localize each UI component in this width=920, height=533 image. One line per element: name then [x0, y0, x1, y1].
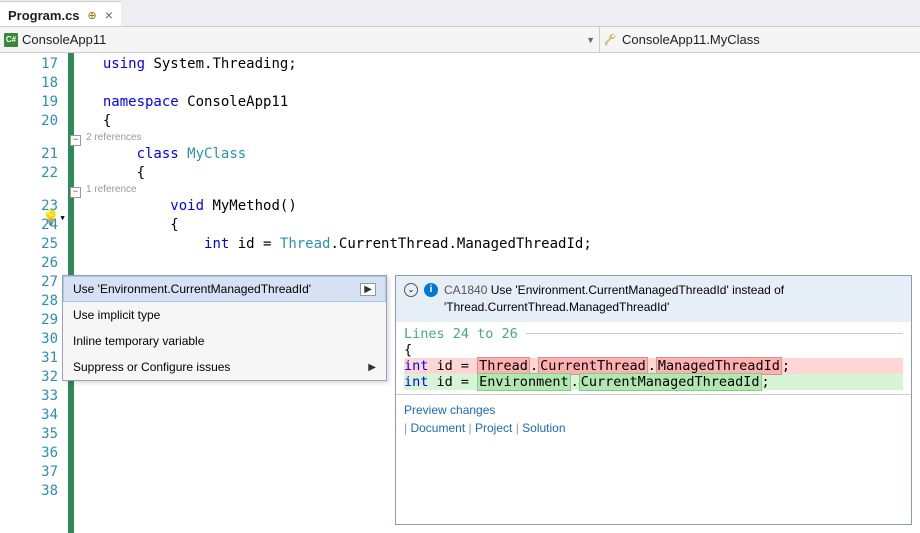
preview-changes-link[interactable]: Preview changes	[404, 403, 495, 417]
nav-type-text: ConsoleApp11.MyClass	[622, 32, 760, 47]
code-line: {	[86, 112, 920, 131]
close-icon[interactable]: ×	[105, 7, 113, 23]
apply-scope-solution[interactable]: Solution	[522, 421, 565, 435]
code-line: using System.Threading;	[86, 55, 920, 74]
diff-added-line: int id = Environment.CurrentManagedThrea…	[404, 374, 903, 390]
codelens-refs[interactable]: 2 references	[86, 131, 920, 145]
nav-type-dropdown[interactable]: ConsoleApp11.MyClass	[600, 32, 920, 47]
file-tab[interactable]: Program.cs ⊕ ×	[0, 1, 121, 26]
quick-action-item[interactable]: Suppress or Configure issues ▶	[63, 354, 386, 380]
code-line: class MyClass	[86, 145, 920, 164]
chevron-down-icon: ▼	[586, 35, 595, 45]
fold-toggle[interactable]: −	[70, 135, 81, 146]
submenu-chevron-icon: ▶	[368, 362, 376, 373]
class-icon	[604, 33, 618, 47]
diff-removed-line: int id = Thread.CurrentThread.ManagedThr…	[404, 358, 903, 374]
code-line: void MyMethod()	[86, 197, 920, 216]
nav-scope-text: ConsoleApp11	[22, 32, 106, 47]
code-line: int id = Thread.CurrentThread.ManagedThr…	[86, 235, 920, 254]
code-line	[86, 74, 920, 93]
code-line: {	[86, 164, 920, 183]
lightbulb-button[interactable]: 💡 ▼	[42, 209, 66, 227]
submenu-chevron-icon: ▶	[360, 283, 376, 296]
collapse-icon[interactable]: ⌄	[404, 283, 418, 297]
preview-header: ⌄ i CA1840 Use 'Environment.CurrentManag…	[396, 276, 911, 322]
tab-bar: Program.cs ⊕ ×	[0, 0, 920, 27]
line-gutter: 17181920 2122 23242526272829303132333435…	[0, 53, 68, 533]
quick-actions-menu: Use 'Environment.CurrentManagedThreadId'…	[62, 275, 387, 381]
preview-footer: Preview changes | Document | Project | S…	[396, 394, 911, 443]
preview-diff: Lines 24 to 26 { int id = Thread.Current…	[396, 322, 911, 394]
codelens-refs[interactable]: 1 reference	[86, 183, 920, 197]
quick-action-item[interactable]: Inline temporary variable	[63, 328, 386, 354]
quick-action-label: Inline temporary variable	[73, 334, 204, 348]
quick-action-label: Suppress or Configure issues	[73, 360, 230, 374]
csharp-icon: C#	[4, 33, 18, 47]
diff-line: {	[404, 342, 903, 358]
apply-scope-document[interactable]: Document	[410, 421, 465, 435]
quick-action-label: Use 'Environment.CurrentManagedThreadId'	[73, 282, 311, 296]
pin-icon[interactable]: ⊕	[88, 9, 97, 22]
code-line: namespace ConsoleApp11	[86, 93, 920, 112]
rule-text: CA1840 Use 'Environment.CurrentManagedTh…	[444, 282, 903, 316]
lightbulb-icon: 💡	[42, 210, 59, 226]
info-icon: i	[424, 283, 438, 297]
nav-scope-dropdown[interactable]: C# ConsoleApp11 ▼	[0, 27, 600, 52]
tab-title: Program.cs	[8, 8, 80, 23]
quick-action-item[interactable]: Use implicit type	[63, 302, 386, 328]
apply-scope-project[interactable]: Project	[475, 421, 512, 435]
chevron-down-icon: ▼	[60, 214, 64, 222]
fold-toggle[interactable]: −	[70, 187, 81, 198]
quick-action-item[interactable]: Use 'Environment.CurrentManagedThreadId'…	[63, 276, 386, 302]
code-line: {	[86, 216, 920, 235]
fix-preview-pane: ⌄ i CA1840 Use 'Environment.CurrentManag…	[395, 275, 912, 525]
nav-bar: C# ConsoleApp11 ▼ ConsoleApp11.MyClass	[0, 27, 920, 53]
quick-action-label: Use implicit type	[73, 308, 160, 322]
diff-range: Lines 24 to 26	[404, 326, 903, 342]
